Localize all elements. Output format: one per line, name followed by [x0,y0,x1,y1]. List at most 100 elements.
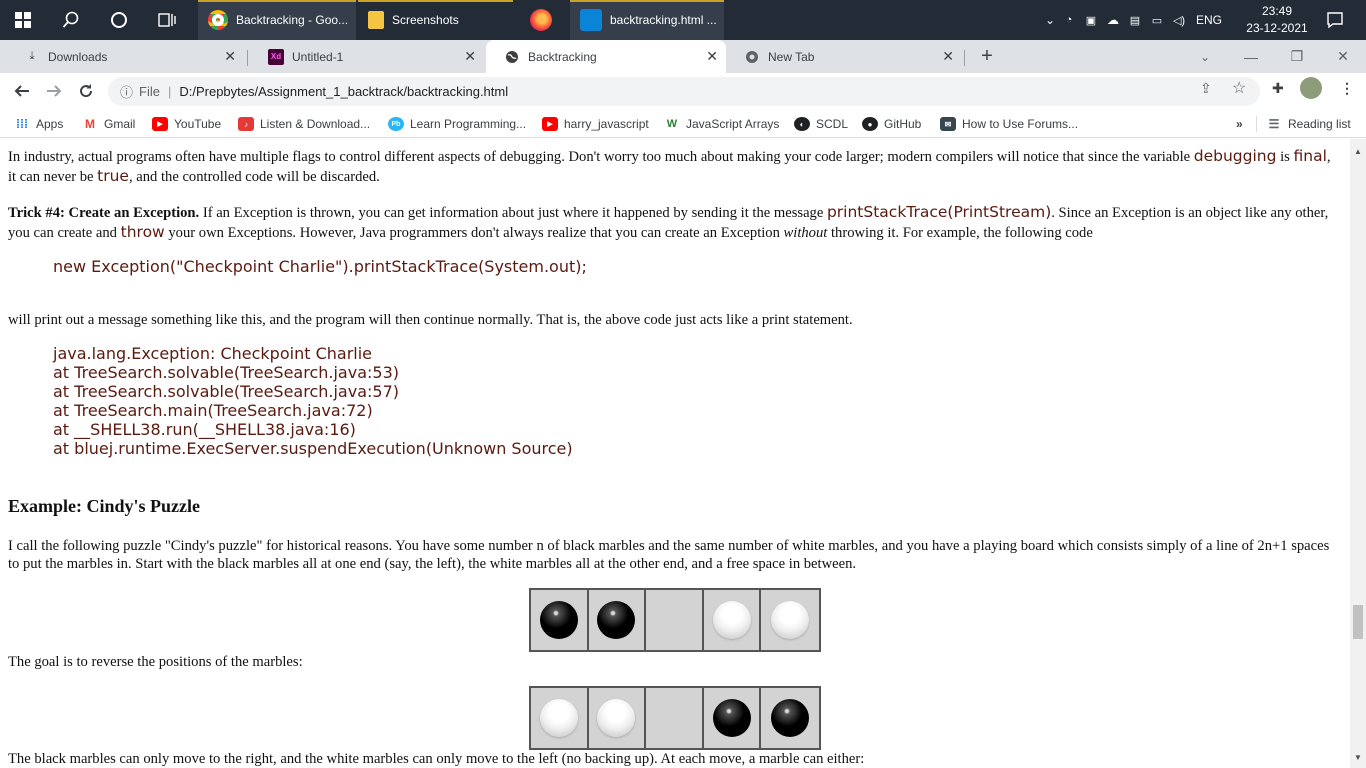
download-icon: ⤓ [29,50,35,62]
url-scheme: File [139,84,160,99]
inline-code: throw [120,223,165,241]
vscode-icon [580,9,602,31]
tab-backtracking[interactable]: Backtracking ✕ [486,40,726,73]
page-content: In industry, actual programs often have … [0,139,1350,768]
bookmark-learn-programming[interactable]: Pb Learn Programming... [388,114,526,134]
volume-icon[interactable]: ◁) [1168,14,1190,27]
close-icon[interactable]: ✕ [464,48,476,65]
taskbar-app-firefox[interactable] [518,0,564,40]
board-cell [761,688,819,748]
share-icon[interactable]: ⇪ [1200,80,1212,97]
chevron-up-icon[interactable]: ⌄ [1042,13,1058,27]
bookmark-star-icon[interactable]: ☆ [1232,78,1246,98]
board-cell [646,688,704,748]
wifi-icon[interactable]: ◔ [1058,14,1080,26]
youtube-icon: ▶ [542,117,558,131]
display-icon[interactable]: ▤ [1124,14,1146,27]
bookmark-label: GitHub [884,117,922,131]
pb-icon: Pb [388,117,404,131]
bookmarks-bar: ⁞⁞⁞ Apps M Gmail ▶ YouTube ♪ Listen & Do… [0,110,1366,138]
bookmark-gmail[interactable]: M Gmail [82,114,135,134]
black-marble [597,601,636,639]
taskbar-app-label: Backtracking - Goo... [236,13,349,27]
taskbar-app-chrome[interactable]: Backtracking - Goo... [198,0,356,40]
bookmark-label: harry_javascript [564,117,649,131]
trick-title: Trick #4: Create an Exception. [8,205,200,221]
board-cell [531,688,589,748]
scroll-up-arrow[interactable]: ▲ [1354,147,1362,156]
tab-label: Downloads [48,49,108,64]
battery-icon[interactable]: ▭ [1146,14,1168,27]
info-icon[interactable]: ⓘ [120,82,133,101]
apps-icon: ⁞⁞⁞ [16,117,28,131]
tab-new-tab[interactable]: New Tab ✕ [726,40,962,73]
close-window-button[interactable]: ✕ [1320,40,1366,73]
board-cell [704,688,762,748]
bookmarks-overflow-icon[interactable]: » [1236,114,1243,134]
browser-toolbar: ⓘ File | D:/Prepbytes/Assignment_1_backt… [0,73,1366,110]
inline-code: true [97,167,129,185]
cortana-icon[interactable] [96,0,142,40]
reading-list-label: Reading list [1288,117,1351,131]
bookmark-label: How to Use Forums... [962,117,1079,131]
page-scrollbar[interactable]: ▲ ▼ [1350,139,1366,768]
reading-list-button[interactable]: ☰ Reading list [1266,114,1351,134]
section-heading: Example: Cindy's Puzzle [8,496,200,516]
bookmark-github[interactable]: ● GitHub [862,114,921,134]
restore-button[interactable]: ❐ [1274,40,1320,73]
url-text: D:/Prepbytes/Assignment_1_backtrack/back… [179,84,509,99]
profile-avatar[interactable] [1300,77,1322,99]
windows-start-icon[interactable] [0,0,46,40]
reload-button[interactable] [72,77,100,105]
bookmark-label: Listen & Download... [260,117,371,131]
task-view-icon[interactable] [144,0,190,40]
close-icon[interactable]: ✕ [706,48,718,65]
bookmark-how-to-use-forums[interactable]: ✉ How to Use Forums... [940,114,1078,134]
inline-code: final [1293,147,1327,165]
menu-icon[interactable]: ⋮ [1340,80,1354,97]
minimize-button[interactable]: — [1228,40,1274,73]
bookmark-youtube[interactable]: ▶ YouTube [152,114,221,134]
browser-tab-strip: ⤓ Downloads ✕ Xd Untitled-1 ✕ Backtracki… [0,40,1366,73]
w3-icon: W [666,118,678,130]
close-icon[interactable]: ✕ [224,48,236,65]
search-icon[interactable] [48,0,94,40]
paragraph-print-out: will print out a message something like … [8,312,853,328]
close-icon[interactable]: ✕ [942,48,954,65]
youtube-icon: ▶ [152,117,168,131]
bookmark-listen-download[interactable]: ♪ Listen & Download... [238,114,370,134]
clock-time: 23:49 [1261,4,1293,18]
extensions-icon[interactable]: ✚ [1272,80,1284,97]
new-tab-button[interactable]: + [964,40,1010,73]
bookmark-javascript-arrays[interactable]: W JavaScript Arrays [664,114,780,134]
bookmark-harry-javascript[interactable]: ▶ harry_javascript [542,114,649,134]
clock[interactable]: 23:49 23-12-2021 [1246,3,1308,37]
tab-downloads[interactable]: ⤓ Downloads ✕ [6,40,244,73]
taskbar-app-explorer[interactable]: Screenshots [358,0,513,40]
music-icon: ♪ [238,117,254,131]
meet-icon[interactable]: ▣ [1080,14,1102,27]
reading-list-icon: ☰ [1268,117,1280,131]
tab-untitled[interactable]: Xd Untitled-1 ✕ [250,40,484,73]
scrollbar-thumb[interactable] [1353,605,1363,639]
bookmark-label: YouTube [174,117,222,131]
bookmark-scdl[interactable]: ◐ SCDL [794,114,848,134]
paragraph-goal: The goal is to reverse the positions of … [8,654,303,670]
tab-search-icon[interactable]: ⌄ [1182,40,1228,73]
system-tray: ⌄ ◔ ▣ ☁ ▤ ▭ ◁) ENG [1042,0,1222,40]
tab-label: Backtracking [528,49,597,64]
onedrive-icon[interactable]: ☁ [1102,13,1124,27]
address-bar[interactable]: ⓘ File | D:/Prepbytes/Assignment_1_backt… [108,77,1260,106]
bookmark-label: Apps [36,117,64,131]
stack-trace-line: at TreeSearch.main(TreeSearch.java:72) [53,401,373,420]
scroll-down-arrow[interactable]: ▼ [1354,753,1362,762]
forward-button[interactable] [40,77,68,105]
white-marble [539,699,578,737]
language-indicator[interactable]: ENG [1196,13,1222,27]
notification-icon[interactable] [1312,0,1358,40]
back-button[interactable] [8,77,36,105]
taskbar-app-vscode[interactable]: backtracking.html ... [570,0,724,40]
text: , and the controlled code will be discar… [128,169,380,185]
text: is [1276,149,1294,165]
bookmark-apps[interactable]: ⁞⁞⁞ Apps [14,114,63,134]
